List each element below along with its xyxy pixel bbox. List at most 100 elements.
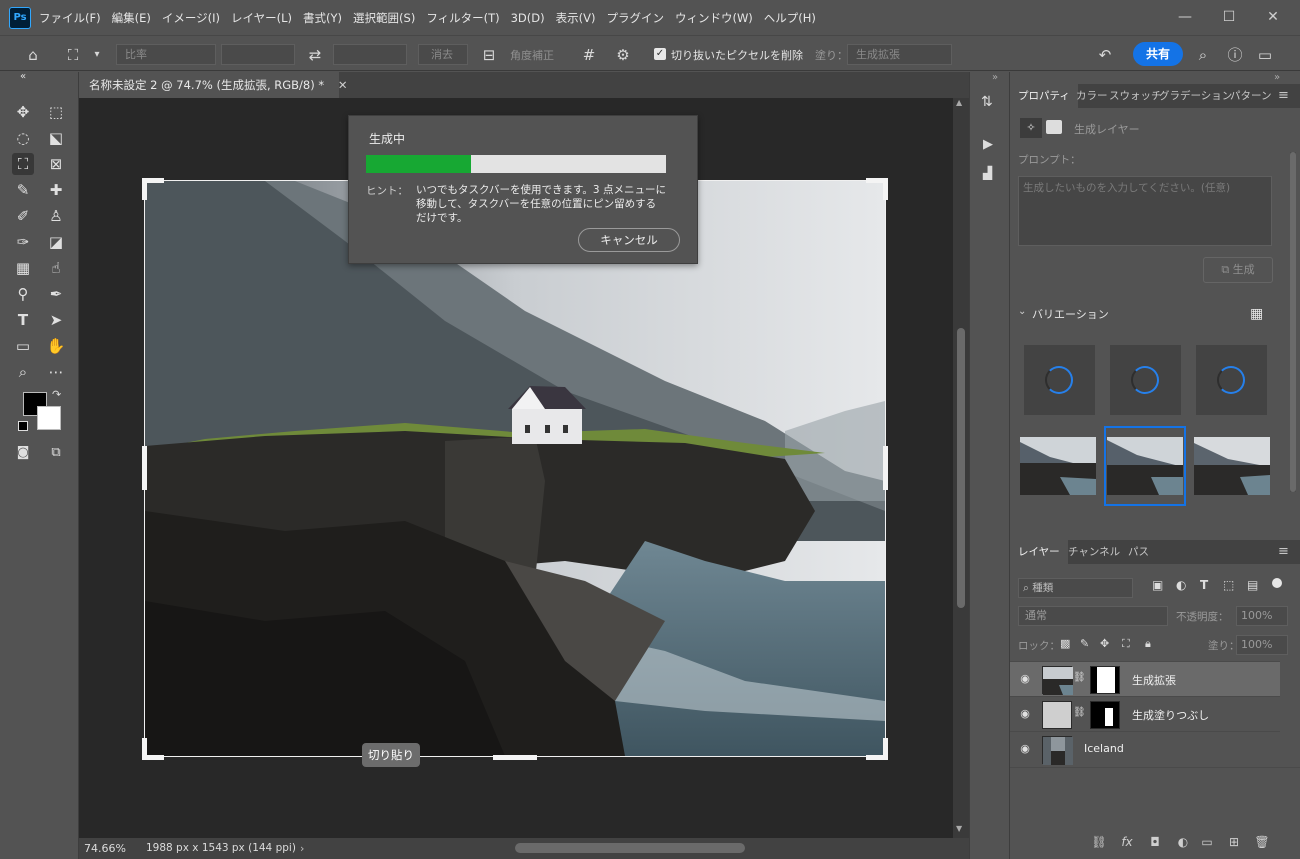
lasso-tool-icon[interactable]: ◌ bbox=[12, 127, 34, 149]
path-select-tool-icon[interactable]: ➤ bbox=[45, 309, 67, 331]
gear-icon[interactable]: ⚙ bbox=[612, 44, 634, 66]
help-icon[interactable]: ⓘ bbox=[1224, 44, 1246, 66]
tab-gradients[interactable]: グラデーション bbox=[1159, 84, 1232, 108]
crop-handle-top-left-v[interactable] bbox=[142, 178, 147, 200]
smudge-tool-icon[interactable]: ☝ bbox=[45, 257, 67, 279]
default-colors-icon[interactable] bbox=[18, 421, 28, 431]
menu-file[interactable]: ファイル(F) bbox=[39, 10, 101, 26]
actions-panel-icon[interactable]: ▶ bbox=[983, 137, 993, 152]
minimize-icon[interactable]: — bbox=[1174, 6, 1196, 28]
hand-tool-icon[interactable]: ✋ bbox=[45, 335, 67, 357]
straighten-icon[interactable]: ⊟ bbox=[478, 44, 500, 66]
filter-pixel-icon[interactable]: ▣ bbox=[1152, 578, 1163, 592]
lock-transparent-icon[interactable]: ▩ bbox=[1060, 637, 1070, 650]
zoom-tool-icon[interactable]: ⌕ bbox=[12, 361, 34, 383]
close-window-icon[interactable]: ✕ bbox=[1262, 6, 1284, 28]
undo-icon[interactable]: ↶ bbox=[1094, 44, 1116, 66]
delete-cropped-checkbox[interactable]: ✓ bbox=[654, 48, 666, 60]
share-button[interactable]: 共有 bbox=[1133, 42, 1183, 66]
menu-image[interactable]: イメージ(I) bbox=[162, 10, 220, 26]
scroll-down-icon[interactable]: ▼ bbox=[956, 824, 962, 833]
vertical-scroll-thumb[interactable] bbox=[957, 328, 965, 608]
new-group-icon[interactable]: ▭ bbox=[1198, 833, 1216, 851]
maximize-icon[interactable]: ☐ bbox=[1218, 6, 1240, 28]
zoom-level[interactable]: 74.66% bbox=[84, 838, 126, 859]
lock-artboard-icon[interactable]: ⛶ bbox=[1122, 637, 1130, 651]
mask-icon[interactable] bbox=[1046, 120, 1062, 134]
opacity-input[interactable]: 100% bbox=[1236, 606, 1288, 626]
crop-handle-bottom[interactable] bbox=[493, 755, 537, 760]
screen-mode-icon[interactable]: ⧉ bbox=[45, 442, 67, 464]
clear-button[interactable]: 消去 bbox=[418, 44, 468, 65]
search-icon[interactable]: ⌕ bbox=[1192, 44, 1214, 66]
plugins-panel-icon[interactable]: ▟ bbox=[983, 166, 992, 180]
cancel-button[interactable]: キャンセル bbox=[578, 228, 680, 252]
crop-tool-preset-icon[interactable]: ⛶ bbox=[62, 44, 84, 66]
height-input[interactable] bbox=[333, 44, 407, 65]
background-color-swatch[interactable] bbox=[37, 406, 61, 430]
collapse-toolbar-icon[interactable]: « bbox=[12, 72, 34, 82]
fill-opacity-input[interactable]: 100% bbox=[1236, 635, 1288, 655]
more-tools-icon[interactable]: ⋯ bbox=[45, 361, 67, 383]
properties-scrollbar[interactable] bbox=[1290, 152, 1296, 492]
chevron-down-icon[interactable]: ▾ bbox=[86, 44, 108, 66]
history-panel-icon[interactable]: ⇅ bbox=[981, 94, 993, 110]
horizontal-scroll-thumb[interactable] bbox=[515, 843, 745, 853]
filter-type-icon[interactable]: T bbox=[1200, 578, 1208, 592]
crop-box[interactable] bbox=[144, 180, 886, 757]
prompt-input[interactable]: 生成したいものを入力してください。(任意) bbox=[1018, 176, 1272, 246]
swap-icon[interactable]: ⇄ bbox=[304, 44, 326, 66]
new-layer-icon[interactable]: ⊞ bbox=[1225, 833, 1243, 851]
collapse-right-icon[interactable]: » bbox=[1274, 72, 1280, 83]
menu-help[interactable]: ヘルプ(H) bbox=[764, 10, 816, 26]
layer-row-iceland[interactable]: ◉ Iceland bbox=[1010, 731, 1280, 766]
workspace-icon[interactable]: ▭ bbox=[1254, 44, 1276, 66]
grid-view-icon[interactable]: ▦ bbox=[1250, 306, 1263, 322]
lock-all-icon[interactable]: 🔒︎ bbox=[1145, 637, 1151, 651]
add-mask-icon[interactable]: ◘ bbox=[1146, 833, 1164, 851]
link-icon[interactable]: ⛓ bbox=[1073, 672, 1086, 683]
home-icon[interactable]: ⌂ bbox=[22, 44, 44, 66]
fill-select[interactable]: 生成拡張 bbox=[847, 44, 952, 65]
object-select-tool-icon[interactable]: ⬕ bbox=[45, 127, 67, 149]
layer-filter-select[interactable]: ⌕ 種類 bbox=[1018, 578, 1133, 598]
crop-handle-left[interactable] bbox=[142, 446, 147, 490]
trash-icon[interactable]: 🗑︎ bbox=[1253, 833, 1271, 851]
rectangle-tool-icon[interactable]: ▭ bbox=[12, 335, 34, 357]
filter-shape-icon[interactable]: ⬚ bbox=[1223, 578, 1234, 592]
type-tool-icon[interactable]: T bbox=[12, 309, 34, 331]
variation-thumbnail-1[interactable] bbox=[1020, 437, 1096, 495]
menu-filter[interactable]: フィルター(T) bbox=[426, 10, 499, 26]
link-layers-icon[interactable]: ⛓ bbox=[1090, 833, 1108, 851]
tab-layers[interactable]: レイヤー bbox=[1010, 540, 1068, 564]
history-brush-tool-icon[interactable]: ✑ bbox=[12, 231, 34, 253]
marquee-tool-icon[interactable]: ⬚ bbox=[45, 101, 67, 123]
tab-patterns[interactable]: パターン bbox=[1230, 84, 1271, 108]
layers-menu-icon[interactable]: ≡ bbox=[1278, 540, 1289, 564]
menu-layer[interactable]: レイヤー(L) bbox=[231, 10, 292, 26]
document-tab[interactable]: 名称未設定 2 @ 74.7% (生成拡張, RGB/8) * ✕ bbox=[79, 72, 347, 98]
menu-window[interactable]: ウィンドウ(W) bbox=[675, 10, 753, 26]
document-info[interactable]: 1988 px x 1543 px (144 ppi) bbox=[146, 838, 296, 859]
close-tab-icon[interactable]: ✕ bbox=[338, 78, 348, 92]
status-chevron-icon[interactable]: › bbox=[300, 838, 304, 859]
clone-stamp-tool-icon[interactable]: ♙ bbox=[45, 205, 67, 227]
vertical-scrollbar[interactable]: ▲ ▼ bbox=[953, 98, 969, 838]
width-input[interactable] bbox=[221, 44, 295, 65]
lock-position-icon[interactable]: ✥ bbox=[1100, 637, 1109, 650]
layer-row-generative-expand[interactable]: ◉ ⛓ 生成拡張 bbox=[1010, 661, 1280, 696]
filter-toggle-icon[interactable] bbox=[1272, 578, 1282, 588]
move-tool-icon[interactable]: ✥ bbox=[12, 101, 34, 123]
gradient-tool-icon[interactable]: ▦ bbox=[12, 257, 34, 279]
variation-thumbnail-3[interactable] bbox=[1194, 437, 1270, 495]
tab-swatches[interactable]: スウォッチ bbox=[1109, 84, 1162, 108]
eye-icon[interactable]: ◉ bbox=[1018, 742, 1032, 756]
blend-mode-select[interactable]: 通常 bbox=[1018, 606, 1168, 626]
fx-icon[interactable]: fx bbox=[1118, 833, 1136, 851]
grid-overlay-icon[interactable]: # bbox=[578, 44, 600, 66]
filter-adjustment-icon[interactable]: ◐ bbox=[1176, 578, 1186, 592]
tab-properties[interactable]: プロパティ bbox=[1010, 84, 1078, 108]
panel-menu-icon[interactable]: ≡ bbox=[1278, 84, 1289, 108]
straighten-label[interactable]: 角度補正 bbox=[510, 47, 554, 63]
pen-tool-icon[interactable]: ✒ bbox=[45, 283, 67, 305]
